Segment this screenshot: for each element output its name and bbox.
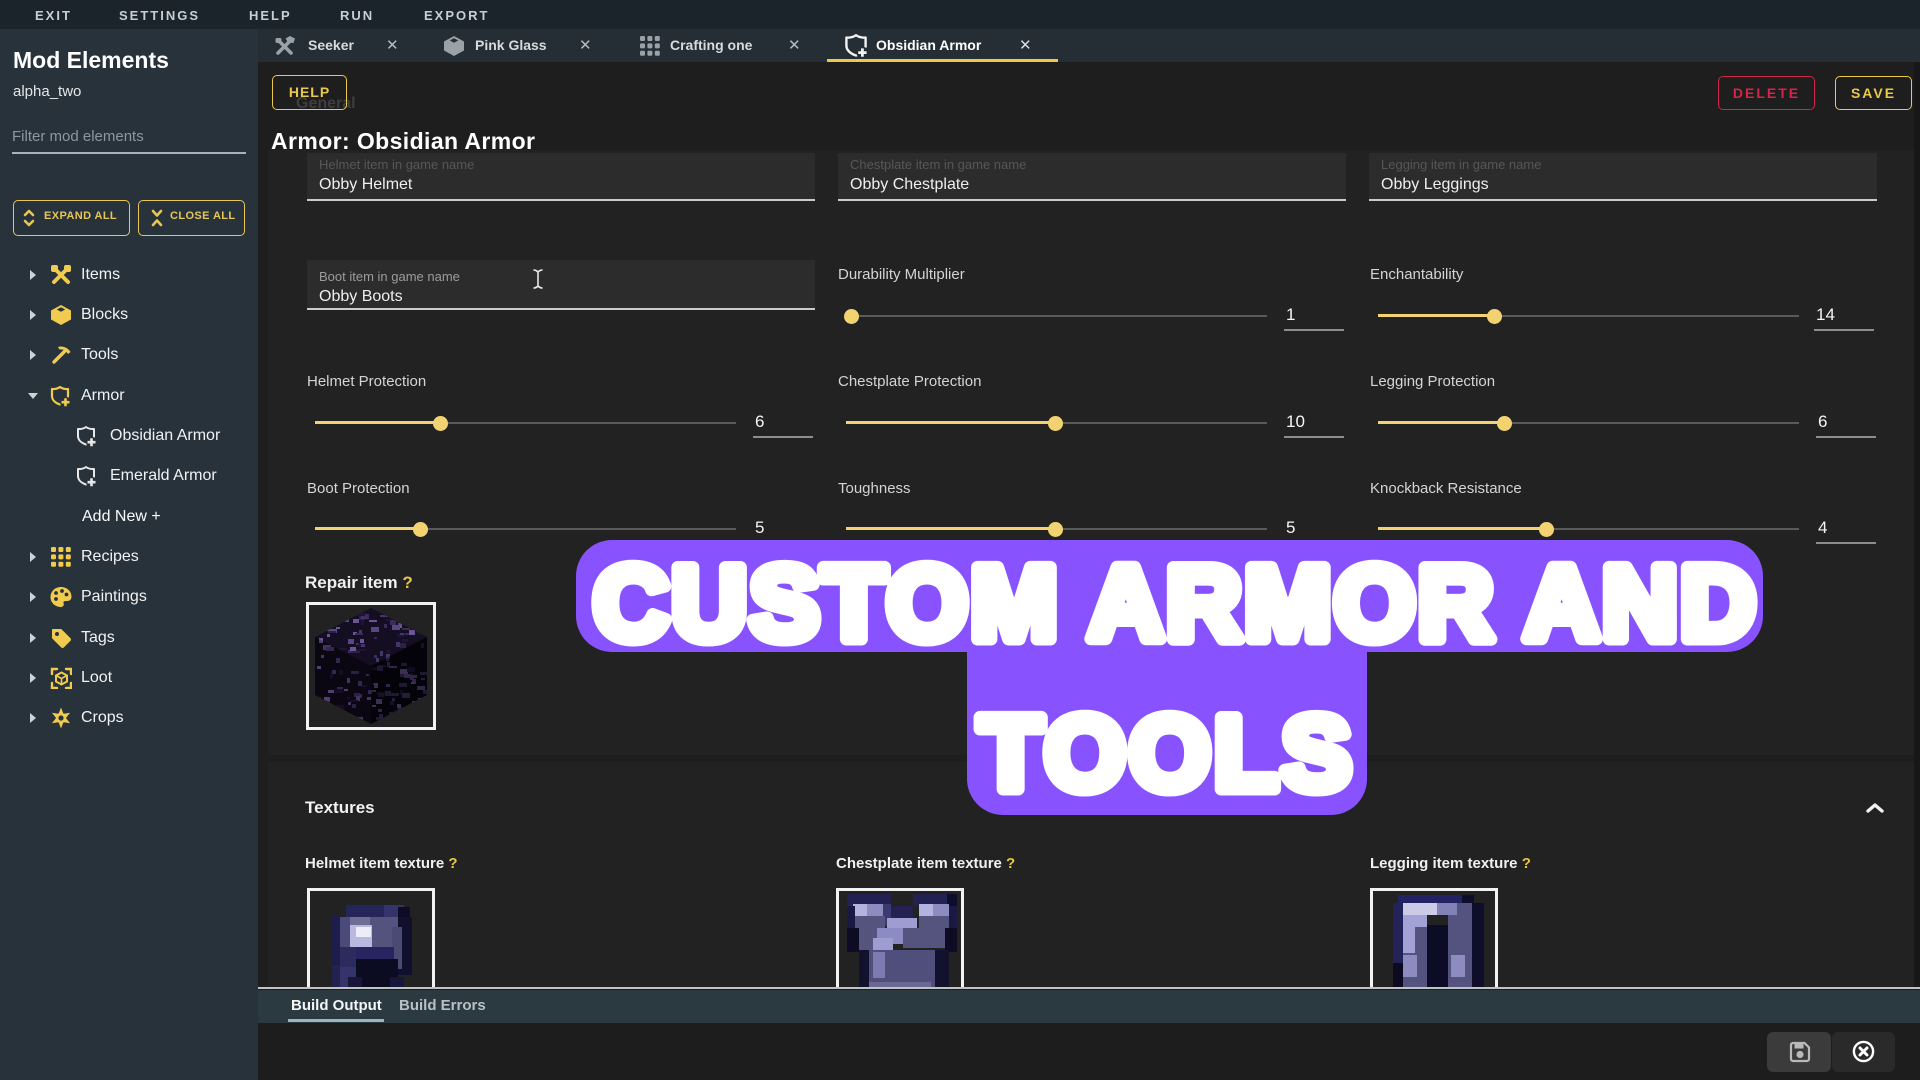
svg-text:TOOLS: TOOLS: [979, 696, 1355, 812]
svg-text:CUSTOM ARMOR AND: CUSTOM ARMOR AND: [594, 546, 1759, 662]
